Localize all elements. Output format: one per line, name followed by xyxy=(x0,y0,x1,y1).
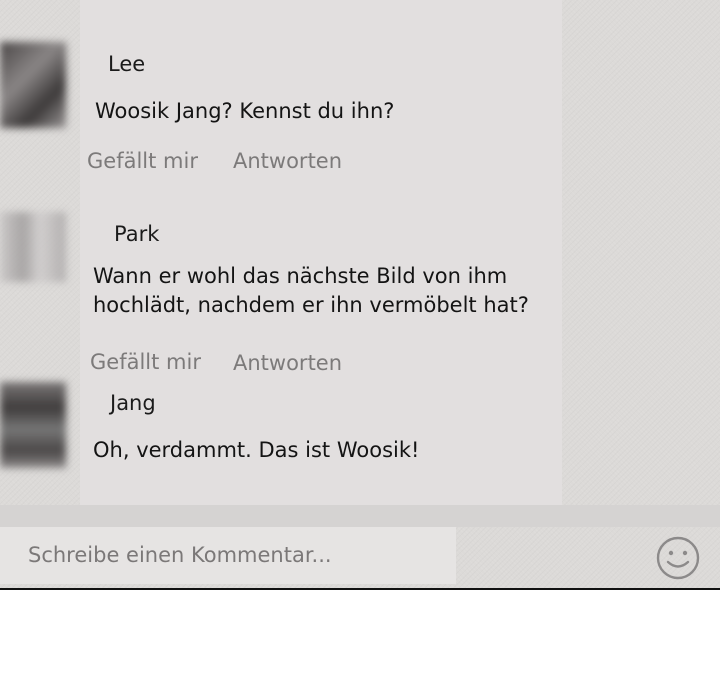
comment-author[interactable]: Lee xyxy=(108,52,145,76)
comment-text: Woosik Jang? Kennst du ihn? xyxy=(95,99,395,123)
comments-panel xyxy=(80,0,562,505)
like-button[interactable]: Gefällt mir xyxy=(87,149,198,173)
comment-author[interactable]: Jang xyxy=(110,391,156,415)
comment-text: Oh, verdammt. Das ist Woosik! xyxy=(93,438,420,462)
comment-text-line-1: Wann er wohl das nächste Bild von ihm xyxy=(93,264,508,288)
comment-screen: Lee Woosik Jang? Kennst du ihn? Gefällt … xyxy=(0,0,720,590)
comment-text-line-2: hochlädt, nachdem er ihn vermöbelt hat? xyxy=(93,293,529,317)
smiley-icon[interactable] xyxy=(656,536,700,580)
comment-input[interactable] xyxy=(28,540,438,570)
avatar[interactable] xyxy=(0,212,66,282)
input-divider xyxy=(0,505,720,527)
like-button[interactable]: Gefällt mir xyxy=(90,350,201,374)
reply-button[interactable]: Antworten xyxy=(233,351,342,375)
comment-author[interactable]: Park xyxy=(114,222,159,246)
avatar[interactable] xyxy=(0,42,66,128)
avatar[interactable] xyxy=(0,382,66,468)
reply-button[interactable]: Antworten xyxy=(233,149,342,173)
